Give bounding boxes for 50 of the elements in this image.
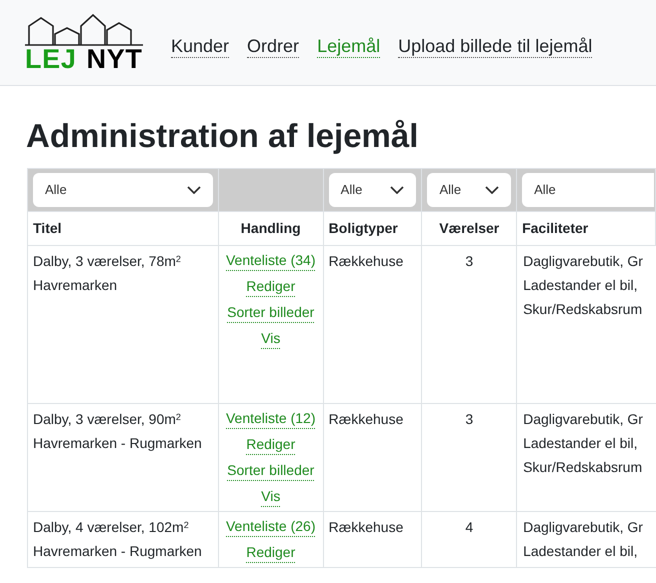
houses-icon <box>25 14 143 46</box>
column-header: Handling <box>218 212 324 246</box>
facility-text: Ladestander el bil, <box>523 434 638 453</box>
logo-text: NYT <box>86 46 143 72</box>
filter-select[interactable]: Alle <box>33 173 213 207</box>
table-cell: Rækkehuse <box>328 253 404 269</box>
facility-text: Dagligvarebutik, Gr <box>523 410 644 429</box>
logo[interactable]: LEJ NYT <box>25 14 145 72</box>
column-header: Værelser <box>422 212 517 246</box>
action-link[interactable]: Venteliste (26) <box>226 517 316 537</box>
action-link[interactable]: Rediger <box>246 543 296 563</box>
table-cell: 3 <box>465 411 474 427</box>
action-link[interactable]: Sorter billeder <box>227 303 314 323</box>
table-cell: 4 <box>465 519 474 535</box>
listing-location: Havremarken - Rugmarken <box>33 542 203 561</box>
table-cell: Rækkehuse <box>328 519 404 535</box>
listing-title: Dalby, 4 værelser, 102m$^{2}$ <box>33 518 190 537</box>
listing-location: Havremarken <box>33 276 118 295</box>
listing-title: Dalby, 3 værelser, 90m$^{2}$ <box>33 410 182 429</box>
page-heading: Administration af lejemål <box>26 116 420 156</box>
listing-location: Havremarken - Rugmarken <box>33 434 203 453</box>
facility-text: Dagligvarebutik, Gr <box>523 518 644 537</box>
action-link[interactable]: Rediger <box>246 435 296 455</box>
listing-title: Dalby, 3 værelser, 78m$^{2}$ <box>33 252 182 271</box>
action-link[interactable]: Sorter billeder <box>227 461 314 481</box>
chevron-down-icon <box>186 186 201 194</box>
action-link[interactable]: Venteliste (12) <box>226 409 316 429</box>
nav-link[interactable]: Ordrer <box>247 35 300 58</box>
facility-text: Skur/Redskabsrum <box>523 300 644 319</box>
facility-text: Dagligvarebutik, Gr <box>523 252 644 271</box>
action-link[interactable]: Venteliste (34) <box>226 251 316 271</box>
nav-link[interactable]: Kunder <box>171 35 230 58</box>
column-header: Titel <box>28 212 218 246</box>
facility-text: Ladestander el bil, <box>523 542 638 561</box>
filter-select[interactable]: Alle <box>427 173 512 207</box>
action-link[interactable]: Vis <box>261 487 280 507</box>
logo-text: LEJ <box>25 46 77 72</box>
nav-link[interactable]: Lejemål <box>317 35 380 58</box>
action-link[interactable]: Rediger <box>246 277 296 297</box>
action-link[interactable]: Vis <box>261 329 280 349</box>
filter-select[interactable]: Alle <box>328 173 416 207</box>
chevron-down-icon <box>485 186 500 194</box>
nav-link[interactable]: Upload billede til lejemål <box>398 35 592 58</box>
facility-text: Ladestander el bil, <box>523 276 638 295</box>
table-cell: Rækkehuse <box>328 411 404 427</box>
chevron-down-icon <box>390 186 404 194</box>
column-header: Boligtyper <box>323 212 422 246</box>
table-cell: 3 <box>465 253 474 269</box>
column-header: Faciliteter <box>516 212 656 246</box>
facility-text: Skur/Redskabsrum <box>523 458 644 477</box>
